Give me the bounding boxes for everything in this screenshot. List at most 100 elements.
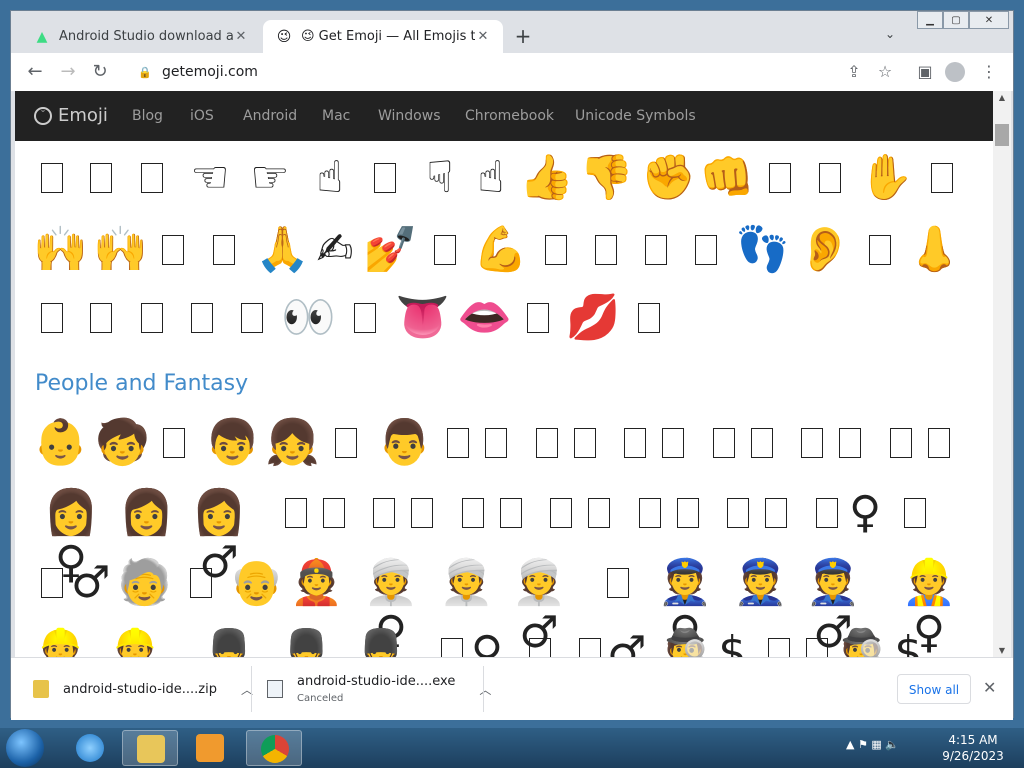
missing-glyph-box[interactable] bbox=[890, 428, 912, 458]
menu-kebab-icon[interactable]: ⋮ bbox=[978, 61, 1000, 83]
missing-glyph-box[interactable] bbox=[191, 303, 213, 333]
index-up-icon[interactable]: ☝ bbox=[471, 153, 511, 203]
new-tab-button[interactable]: + bbox=[511, 25, 535, 49]
scroll-up-icon[interactable]: ▲ bbox=[993, 93, 1011, 102]
missing-glyph-box[interactable] bbox=[335, 428, 357, 458]
kiss-mark-icon[interactable]: 💋 bbox=[565, 293, 621, 343]
missing-glyph-box[interactable] bbox=[839, 428, 861, 458]
man-with-cap-icon[interactable]: 👲 bbox=[289, 558, 344, 608]
missing-glyph-box[interactable] bbox=[529, 638, 551, 657]
missing-glyph-box[interactable] bbox=[527, 303, 549, 333]
missing-glyph-box[interactable] bbox=[645, 235, 667, 265]
network-icon[interactable]: ▦ bbox=[871, 738, 881, 751]
close-icon[interactable]: ✕ bbox=[233, 29, 249, 44]
missing-glyph-box[interactable] bbox=[765, 498, 787, 528]
download-item-zip[interactable]: android-studio-ide....zip ︿ bbox=[33, 658, 253, 720]
taskbar-ie[interactable] bbox=[62, 730, 118, 766]
missing-glyph-box[interactable] bbox=[819, 163, 841, 193]
police-officer-icon[interactable]: 👮 bbox=[733, 558, 788, 608]
older-person-icon[interactable]: 🧓 bbox=[117, 558, 172, 608]
missing-glyph-box[interactable] bbox=[141, 163, 163, 193]
woman-icon[interactable]: 👩 bbox=[119, 488, 174, 538]
scrollbar-thumb[interactable] bbox=[995, 124, 1009, 146]
missing-glyph-box[interactable] bbox=[768, 638, 790, 657]
guard-female-icon[interactable]: 💂♀ bbox=[189, 628, 269, 658]
missing-glyph-box[interactable] bbox=[624, 428, 646, 458]
missing-glyph-box[interactable] bbox=[485, 428, 507, 458]
tab-android-studio[interactable]: ▲ Android Studio download archive ✕ bbox=[21, 20, 261, 53]
close-icon[interactable]: ✕ bbox=[475, 29, 491, 44]
nav-android[interactable]: Android bbox=[243, 108, 297, 124]
eyes-icon[interactable]: 👀 bbox=[281, 293, 336, 343]
bookmark-star-icon[interactable]: ☆ bbox=[874, 61, 896, 83]
chevron-down-icon[interactable]: ⌄ bbox=[885, 27, 895, 41]
missing-glyph-box[interactable] bbox=[500, 498, 522, 528]
page-scrollbar[interactable]: ▲ ▼ bbox=[993, 91, 1011, 657]
ear-icon[interactable]: 👂 bbox=[797, 225, 852, 275]
share-icon[interactable]: ⇪ bbox=[843, 61, 865, 83]
maximize-button[interactable]: ▢ bbox=[943, 11, 969, 29]
baby-icon[interactable]: 👶 bbox=[33, 418, 88, 468]
show-hidden-icons-icon[interactable]: ▲ bbox=[846, 738, 854, 751]
construction-worker-icon[interactable]: 👷 bbox=[33, 628, 88, 658]
missing-glyph-box[interactable] bbox=[607, 568, 629, 598]
scroll-down-icon[interactable]: ▼ bbox=[993, 646, 1011, 655]
nail-polish-icon[interactable]: 💅 bbox=[363, 225, 418, 275]
close-icon[interactable]: ✕ bbox=[983, 678, 996, 697]
volume-muted-icon[interactable]: 🔈 bbox=[885, 738, 899, 751]
missing-glyph-box[interactable] bbox=[588, 498, 610, 528]
minimize-button[interactable]: ▁ bbox=[917, 11, 943, 29]
up-pointing-hand-icon[interactable]: ☝ bbox=[305, 153, 355, 203]
missing-glyph-box[interactable] bbox=[323, 498, 345, 528]
missing-glyph-box[interactable] bbox=[638, 303, 660, 333]
missing-glyph-box[interactable] bbox=[213, 235, 235, 265]
missing-glyph-box[interactable] bbox=[677, 498, 699, 528]
side-panel-icon[interactable]: ▣ bbox=[914, 61, 936, 83]
missing-glyph-box[interactable] bbox=[550, 498, 572, 528]
address-bar[interactable]: 🔒 getemoji.com bbox=[126, 57, 906, 87]
missing-glyph-box[interactable] bbox=[713, 428, 735, 458]
missing-glyph-box[interactable] bbox=[727, 498, 749, 528]
old-man-icon[interactable]: 👴 bbox=[229, 558, 284, 608]
construction-worker-male-icon[interactable]: 👷♂ bbox=[93, 628, 177, 658]
missing-glyph-box[interactable] bbox=[574, 428, 596, 458]
missing-glyph-box[interactable] bbox=[579, 638, 601, 657]
show-all-button[interactable]: Show all bbox=[897, 674, 971, 704]
tab-get-emoji[interactable]: 😉 😉 Get Emoji — All Emojis to ✂️ Copy an… bbox=[263, 20, 503, 53]
missing-glyph-box[interactable] bbox=[816, 498, 838, 528]
missing-glyph-box[interactable] bbox=[141, 303, 163, 333]
nav-chromebook[interactable]: Chromebook bbox=[465, 108, 554, 124]
back-button[interactable]: ← bbox=[23, 60, 47, 84]
oncoming-fist-icon[interactable]: 👊 bbox=[699, 153, 755, 203]
guard-male-icon[interactable]: 💂♂ bbox=[339, 628, 423, 658]
missing-glyph-box[interactable] bbox=[162, 235, 184, 265]
taskbar-media-player[interactable] bbox=[182, 730, 238, 766]
missing-glyph-box[interactable] bbox=[41, 568, 63, 598]
missing-glyph-box[interactable] bbox=[595, 235, 617, 265]
missing-glyph-box[interactable] bbox=[639, 498, 661, 528]
person-raising-hands-icon[interactable]: 🙌 bbox=[33, 225, 88, 275]
clock[interactable]: 4:15 AM 9/26/2023 bbox=[930, 732, 1016, 764]
child-icon[interactable]: 🧒 bbox=[95, 418, 150, 468]
start-button[interactable] bbox=[6, 729, 44, 767]
thumbs-down-icon[interactable]: 👎 bbox=[579, 153, 634, 203]
missing-glyph-box[interactable] bbox=[769, 163, 791, 193]
footprints-icon[interactable]: 👣 bbox=[735, 225, 790, 275]
folded-hands-icon[interactable]: 🙏 bbox=[255, 225, 310, 275]
missing-glyph-box[interactable] bbox=[928, 428, 950, 458]
raised-hand-icon[interactable]: ✋ bbox=[859, 153, 914, 203]
female-sign-icon[interactable]: ♀ bbox=[469, 628, 505, 658]
detective-male-icon[interactable]: 🕵$ bbox=[839, 628, 923, 658]
missing-glyph-box[interactable] bbox=[801, 428, 823, 458]
missing-glyph-box[interactable] bbox=[545, 235, 567, 265]
taskbar-chrome[interactable] bbox=[246, 730, 302, 766]
flag-icon[interactable]: ⚑ bbox=[858, 738, 868, 751]
missing-glyph-box[interactable] bbox=[163, 428, 185, 458]
nav-windows[interactable]: Windows bbox=[378, 108, 441, 124]
missing-glyph-box[interactable] bbox=[190, 568, 212, 598]
nav-ios[interactable]: iOS bbox=[190, 108, 214, 124]
forward-button[interactable]: → bbox=[56, 60, 80, 84]
missing-glyph-box[interactable] bbox=[869, 235, 891, 265]
missing-glyph-box[interactable] bbox=[434, 235, 456, 265]
tongue-icon[interactable]: 👅 bbox=[395, 293, 450, 343]
